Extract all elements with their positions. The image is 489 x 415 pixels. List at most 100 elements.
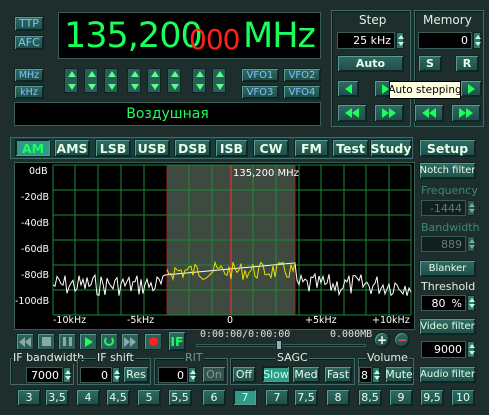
if-shift-spinner[interactable] [112, 367, 120, 383]
if-shift-reset-button[interactable]: Res [123, 366, 149, 383]
x-tick-1: -5kHz [127, 315, 155, 326]
memory-next-button[interactable] [460, 80, 482, 97]
spectrum-display[interactable]: 135,200 MHz 0dB -20dB -40dB -60dB -80dB … [14, 162, 415, 330]
digit-tune-8[interactable] [212, 68, 226, 93]
mhz-button[interactable]: MHz [14, 68, 44, 82]
audio-filter-button[interactable]: Audio filter [419, 366, 476, 383]
volume-spinner[interactable] [372, 367, 380, 383]
bw-preset-button[interactable]: 7 [265, 389, 289, 406]
bw-preset-button[interactable]: 5 [137, 389, 161, 406]
mode-study[interactable]: Study [370, 139, 412, 157]
notch-bandwidth-spinner[interactable] [467, 236, 475, 252]
bw-preset-button[interactable]: 6 [202, 389, 226, 406]
rit-spinner[interactable] [188, 367, 196, 383]
sagc-slow-button[interactable]: Slow [262, 366, 290, 383]
mode-cw[interactable]: CW [253, 139, 289, 157]
bw-preset-button[interactable]: 7,5 [294, 389, 318, 406]
bw-preset-button[interactable]: 8 [326, 389, 350, 406]
mode-isb[interactable]: ISB [215, 139, 248, 157]
fast-rewind-button[interactable] [337, 104, 367, 122]
memory-save-button[interactable]: S [418, 55, 442, 72]
vfo4-button[interactable]: VFO4 [283, 85, 321, 99]
memory-forward-button[interactable] [451, 104, 481, 122]
rit-on-button[interactable]: On [202, 366, 226, 383]
notch-bandwidth-value[interactable]: 889 [421, 236, 466, 252]
step-down-button[interactable] [337, 80, 359, 97]
digit-tune-5[interactable] [147, 68, 161, 93]
bw-preset-button[interactable]: 3,5 [45, 389, 69, 406]
digit-tune-2[interactable] [84, 68, 98, 93]
digit-tune-6[interactable] [167, 68, 181, 93]
setup-button[interactable]: Setup [419, 139, 476, 157]
notch-frequency-spinner[interactable] [467, 200, 475, 216]
digit-tune-1[interactable] [64, 68, 78, 93]
double-right-icon [382, 108, 396, 118]
video-filter-button[interactable]: Video filter [419, 318, 476, 335]
bw-preset-button[interactable]: 5,5 [168, 389, 192, 406]
digit-tune-7[interactable] [192, 68, 206, 93]
loop-button[interactable] [100, 333, 118, 350]
blanker-button[interactable]: Blanker [419, 260, 476, 277]
mode-test[interactable]: Test [332, 139, 369, 157]
bw-preset-button[interactable]: 10 [451, 389, 475, 406]
bw-preset-selected[interactable]: 7 [233, 389, 257, 406]
sagc-fast-button[interactable]: Fast [324, 366, 352, 383]
rewind-button[interactable] [16, 333, 34, 350]
sagc-off-button[interactable]: Off [232, 366, 256, 383]
mode-dsb[interactable]: DSB [174, 139, 211, 157]
play-button[interactable] [79, 333, 97, 350]
step-value[interactable]: 25 kHz [337, 32, 395, 49]
if-bandwidth-spinner[interactable] [63, 367, 71, 383]
mode-fm[interactable]: FM [294, 139, 329, 157]
digit-tune-4[interactable] [127, 68, 141, 93]
ttp-button[interactable]: TTP [14, 16, 44, 31]
if-button[interactable]: IF [168, 331, 186, 351]
player-size: 0.000MB [330, 329, 373, 340]
if-bandwidth-value[interactable]: 7000 [26, 367, 63, 383]
zoom-in-button[interactable]: + [374, 332, 390, 348]
threshold-spinner[interactable] [467, 295, 475, 311]
notch-frequency-value[interactable]: -1444 [421, 200, 466, 216]
x-tick-0: -10kHz [53, 315, 87, 326]
memory-rewind-button[interactable] [414, 104, 444, 122]
stop-button[interactable] [37, 333, 55, 350]
volume-value[interactable]: 8 [359, 367, 372, 383]
bw-preset-button[interactable]: 4,5 [106, 389, 130, 406]
video-filter-value[interactable]: 9000 [421, 341, 466, 358]
bw-preset-button[interactable]: 9 [389, 389, 413, 406]
rit-value[interactable]: 0 [158, 367, 188, 383]
memory-recall-button[interactable]: R [455, 55, 479, 72]
auto-step-button[interactable]: Auto [337, 55, 404, 72]
memory-spinner[interactable] [473, 32, 481, 49]
mode-lsb[interactable]: LSB [95, 139, 131, 157]
digit-tune-3[interactable] [104, 68, 118, 93]
video-filter-spinner[interactable] [467, 341, 475, 358]
khz-button[interactable]: kHz [14, 85, 44, 99]
threshold-value-box[interactable]: 80 % [421, 295, 466, 311]
zoom-out-button[interactable]: − [394, 332, 410, 348]
record-button[interactable] [144, 333, 162, 350]
fast-forward-button[interactable] [374, 104, 404, 122]
sagc-med-button[interactable]: Med [292, 366, 320, 383]
tooltip: Auto stepping [388, 81, 462, 99]
afc-button[interactable]: AFC [14, 35, 44, 50]
bw-preset-button[interactable]: 4 [76, 389, 100, 406]
pause-button[interactable] [58, 333, 76, 350]
mode-am[interactable]: AM [15, 139, 51, 157]
vfo3-button[interactable]: VFO3 [241, 85, 279, 99]
bw-preset-button[interactable]: 9,5 [420, 389, 444, 406]
notch-filter-button[interactable]: Notch filter [419, 162, 476, 179]
vfo1-button[interactable]: VFO1 [241, 68, 279, 82]
mode-ams[interactable]: AMS [54, 139, 90, 157]
volume-label: Volume [366, 351, 409, 364]
if-shift-value[interactable]: 0 [80, 367, 112, 383]
step-spinner[interactable] [396, 32, 404, 49]
mode-usb[interactable]: USB [134, 139, 170, 157]
forward-button[interactable] [121, 333, 139, 350]
mute-button[interactable]: Mute [385, 366, 413, 383]
bw-preset-button[interactable]: 8,5 [358, 389, 382, 406]
memory-value[interactable]: 0 [418, 32, 472, 49]
bw-preset-button[interactable]: 3 [17, 389, 41, 406]
vfo2-button[interactable]: VFO2 [283, 68, 321, 82]
playback-slider-thumb[interactable] [276, 340, 282, 350]
